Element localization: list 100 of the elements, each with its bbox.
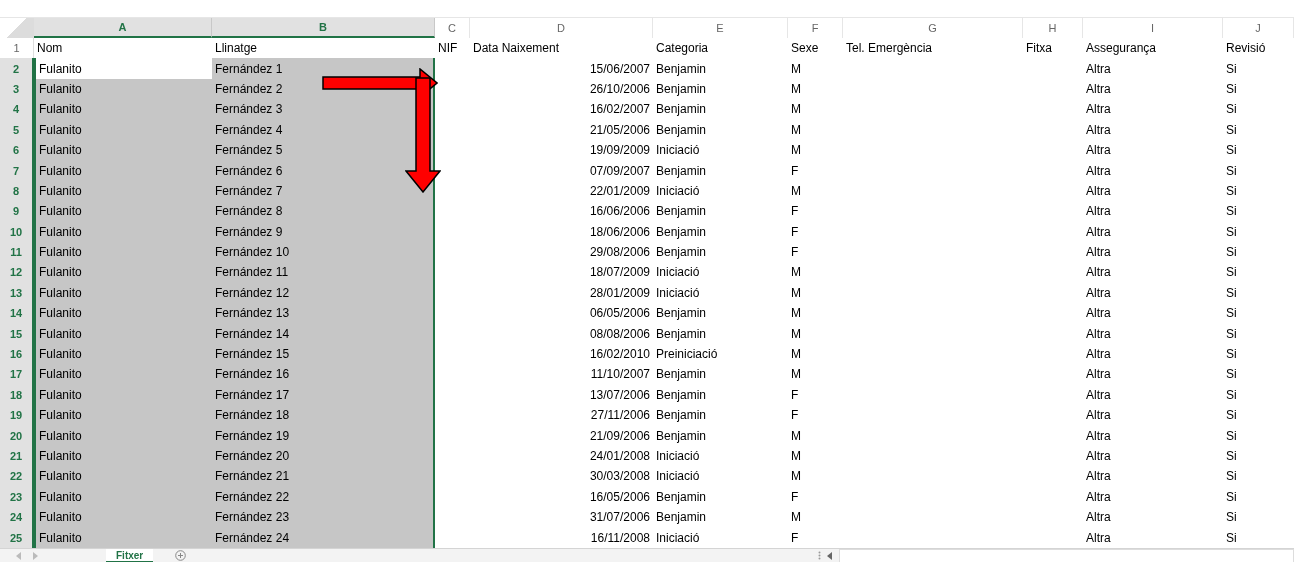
table-cell-text: M bbox=[790, 80, 802, 98]
row-header[interactable]: 22 bbox=[0, 466, 34, 487]
table-cell-text: Si bbox=[1225, 60, 1238, 78]
table-cell-text: Benjamin bbox=[655, 407, 708, 425]
row-header[interactable]: 10 bbox=[0, 221, 34, 242]
table-cell-text: Si bbox=[1225, 101, 1238, 119]
row-header[interactable]: 9 bbox=[0, 201, 34, 222]
row-header[interactable]: 23 bbox=[0, 486, 34, 507]
table-cell-text: 18/06/2006 bbox=[588, 223, 651, 241]
column-header[interactable]: C bbox=[435, 18, 470, 38]
table-cell[interactable]: Fulanito bbox=[34, 384, 212, 406]
table-cell[interactable]: Fulanito bbox=[34, 445, 212, 467]
table-cell-text: Altra bbox=[1085, 101, 1112, 119]
column-header[interactable]: B bbox=[212, 18, 435, 38]
column-header[interactable]: E bbox=[653, 18, 788, 38]
row-header[interactable]: 4 bbox=[0, 99, 34, 120]
table-cell-text: Benjamin bbox=[655, 223, 708, 241]
row-header[interactable]: 16 bbox=[0, 343, 34, 365]
table-cell[interactable]: Fulanito bbox=[34, 201, 212, 222]
table-cell[interactable]: Fulanito bbox=[34, 78, 212, 100]
table-cell-text: Altra bbox=[1085, 325, 1112, 343]
row-header[interactable]: 6 bbox=[0, 139, 34, 161]
row-header[interactable]: 18 bbox=[0, 384, 34, 406]
row-header[interactable]: 19 bbox=[0, 405, 34, 426]
row-header[interactable]: 2 bbox=[0, 58, 34, 79]
table-cell-text: Si bbox=[1225, 203, 1238, 221]
row-header[interactable]: 8 bbox=[0, 180, 34, 202]
table-cell[interactable]: Fulanito bbox=[34, 303, 212, 324]
table-cell-text: Altra bbox=[1085, 182, 1112, 200]
row-header[interactable]: 5 bbox=[0, 119, 34, 140]
scroll-left-icon[interactable] bbox=[827, 551, 834, 560]
row-header[interactable]: 15 bbox=[0, 323, 34, 344]
table-cell-text: Benjamin bbox=[655, 305, 708, 323]
table-cell[interactable]: Fulanito bbox=[34, 160, 212, 181]
table-cell[interactable]: Fulanito bbox=[34, 364, 212, 385]
add-sheet-icon[interactable] bbox=[175, 550, 187, 562]
table-cell[interactable]: Fulanito bbox=[34, 323, 212, 344]
table-cell-text: Si bbox=[1225, 509, 1238, 527]
row-header[interactable]: 14 bbox=[0, 303, 34, 324]
table-cell-text: Altra bbox=[1085, 244, 1112, 262]
table-cell[interactable]: Fulanito bbox=[34, 241, 212, 263]
table-cell[interactable]: Fulanito bbox=[34, 507, 212, 528]
table-cell[interactable]: Fulanito bbox=[34, 221, 212, 242]
table-cell[interactable]: Fulanito bbox=[34, 405, 212, 426]
row-header[interactable]: 20 bbox=[0, 425, 34, 446]
row-header[interactable]: 13 bbox=[0, 282, 34, 304]
row-header[interactable]: 12 bbox=[0, 262, 34, 283]
column-header[interactable]: D bbox=[470, 18, 653, 38]
row-header[interactable]: 7 bbox=[0, 160, 34, 181]
table-cell-text: Benjamin bbox=[655, 488, 708, 506]
table-cell[interactable]: Fulanito bbox=[34, 527, 212, 548]
table-cell[interactable]: Fulanito bbox=[34, 99, 212, 120]
table-cell-text: Iniciació bbox=[655, 448, 701, 465]
table-cell-text: Nom bbox=[36, 40, 64, 58]
column-header[interactable]: I bbox=[1083, 18, 1223, 38]
table-cell[interactable]: Fulanito bbox=[34, 180, 212, 202]
column-header[interactable]: F bbox=[788, 18, 843, 38]
table-cell-text: Tel. Emergència bbox=[845, 40, 934, 58]
next-sheet-icon[interactable] bbox=[33, 551, 38, 560]
column-header[interactable]: A bbox=[34, 18, 212, 38]
previous-sheet-icon[interactable] bbox=[16, 551, 21, 560]
table-cell[interactable]: Fulanito bbox=[34, 282, 212, 304]
table-cell-text: Iniciació bbox=[655, 264, 701, 282]
table-cell-text: Si bbox=[1225, 244, 1238, 262]
row-header[interactable]: 21 bbox=[0, 445, 34, 467]
table-cell-text: 16/06/2006 bbox=[588, 203, 651, 221]
table-cell-text: Benjamin bbox=[655, 101, 708, 119]
row-header[interactable]: 25 bbox=[0, 527, 34, 548]
table-cell-text: Altra bbox=[1085, 80, 1112, 98]
table-cell-text: 24/01/2008 bbox=[588, 448, 651, 465]
table-cell-text: Si bbox=[1225, 468, 1238, 486]
table-cell-text: 21/05/2006 bbox=[588, 121, 651, 139]
row-header[interactable]: 24 bbox=[0, 507, 34, 528]
row-header[interactable]: 17 bbox=[0, 364, 34, 385]
column-header[interactable]: H bbox=[1023, 18, 1083, 38]
table-cell[interactable]: Fulanito bbox=[34, 262, 212, 283]
horizontal-scrollbar[interactable] bbox=[839, 548, 1294, 562]
column-header[interactable]: G bbox=[843, 18, 1023, 38]
row-header[interactable]: 11 bbox=[0, 241, 34, 263]
sheet-tab[interactable]: Fitxer bbox=[106, 548, 154, 562]
table-cell: Fernández 23 bbox=[212, 507, 435, 528]
table-cell[interactable]: Fulanito bbox=[34, 486, 212, 507]
table-cell[interactable]: Fulanito bbox=[34, 343, 212, 365]
table-cell-text: Altra bbox=[1085, 407, 1112, 425]
table-cell-text: 31/07/2006 bbox=[588, 509, 651, 527]
table-cell[interactable]: Fulanito bbox=[34, 466, 212, 487]
table-cell[interactable]: Fulanito bbox=[34, 139, 212, 161]
table-cell-text: Revisió bbox=[1225, 40, 1267, 58]
row-header[interactable]: 3 bbox=[0, 78, 34, 100]
table-cell-text: Benjamin bbox=[655, 121, 708, 139]
table-cell: Fernández 20 bbox=[212, 445, 435, 467]
splitter-icon[interactable] bbox=[818, 551, 822, 561]
table-cell[interactable]: Fulanito bbox=[34, 425, 212, 446]
table-cell-text: 18/07/2009 bbox=[588, 264, 651, 282]
table-cell-text: 30/03/2008 bbox=[588, 468, 651, 486]
table-cell[interactable]: Fulanito bbox=[34, 119, 212, 140]
table-cell-text: F bbox=[790, 244, 800, 262]
table-cell-text: Altra bbox=[1085, 223, 1112, 241]
column-header[interactable]: J bbox=[1223, 18, 1294, 38]
table-cell-text: Altra bbox=[1085, 468, 1112, 486]
